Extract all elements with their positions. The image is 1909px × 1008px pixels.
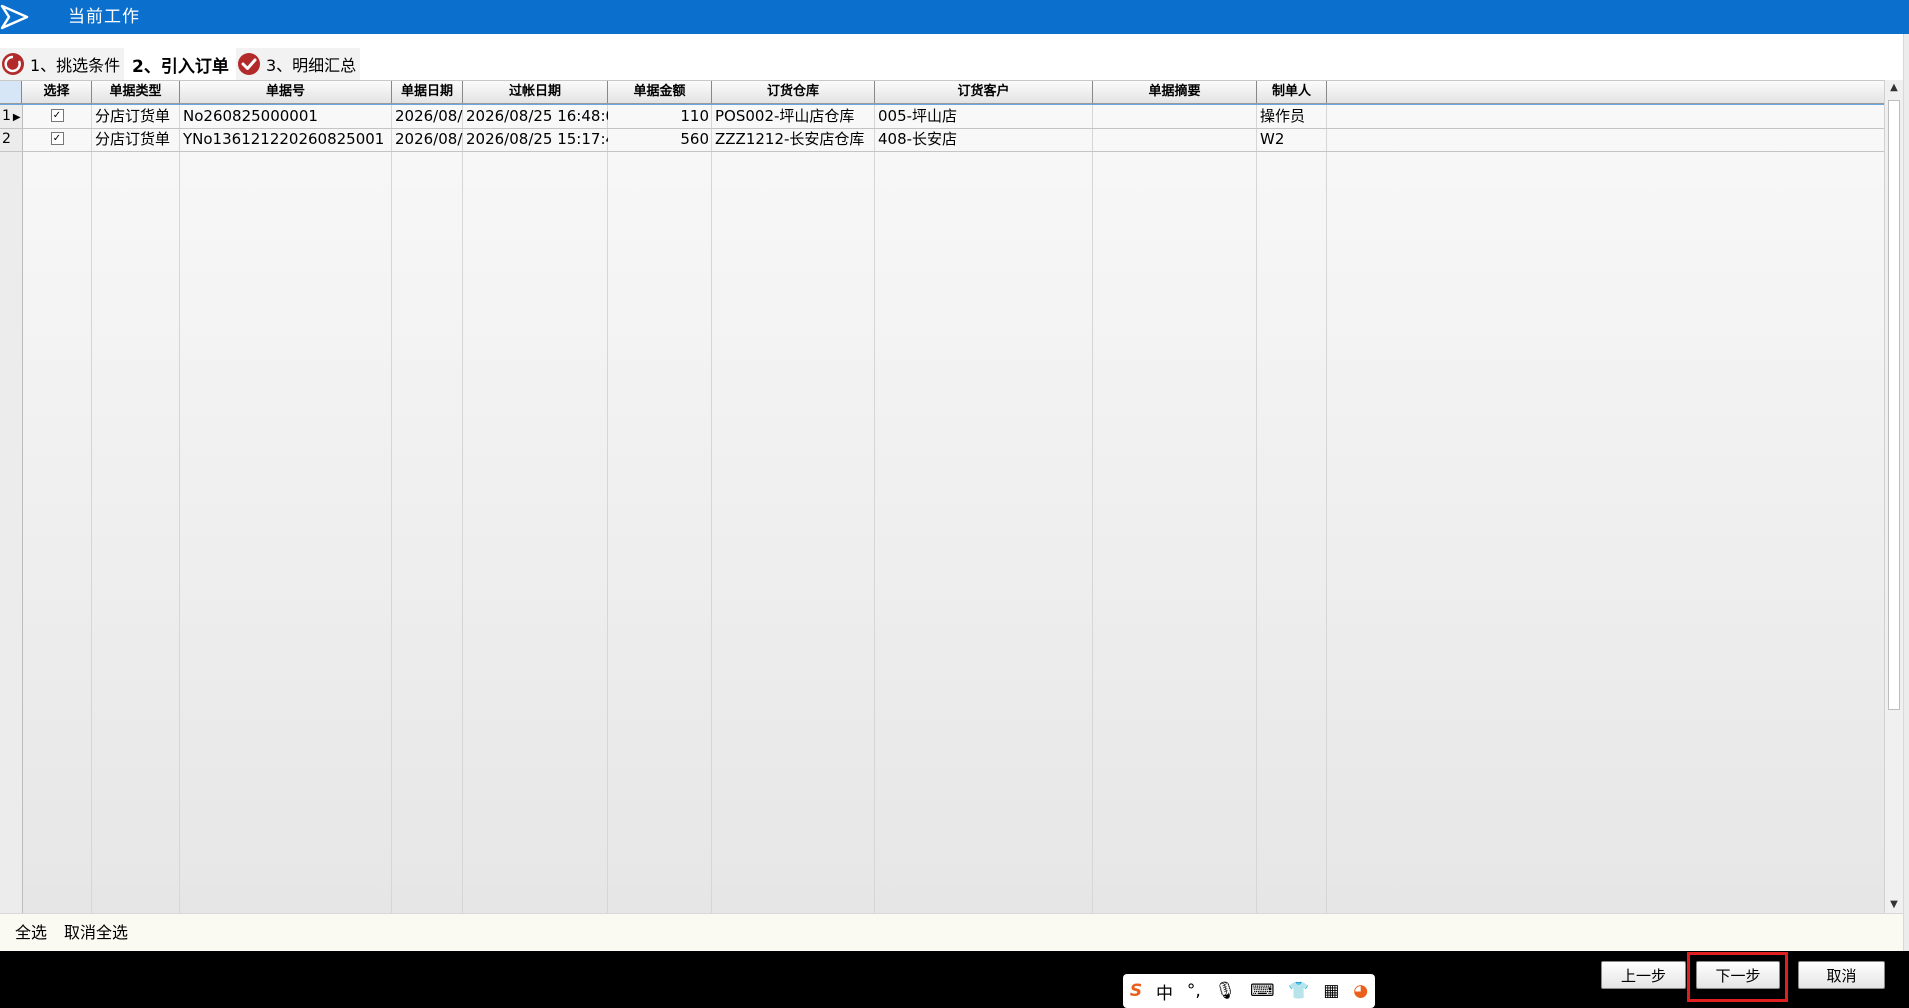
col-header-summary[interactable]: 单据摘要 xyxy=(1093,81,1257,103)
ime-mode-toggle[interactable]: 中 xyxy=(1156,979,1173,1004)
col-header-type[interactable]: 单据类型 xyxy=(92,81,180,103)
col-header-date[interactable]: 单据日期 xyxy=(392,81,463,103)
row-checkbox-cell[interactable]: ✓ xyxy=(22,105,92,128)
column-line xyxy=(1326,81,1327,914)
table-row[interactable]: 1 ▶ ✓ 分店订货单 No260825000001 2026/08/ 2026/… xyxy=(0,104,1884,129)
cell-amount[interactable]: 560 xyxy=(608,128,712,151)
col-header-maker[interactable]: 制单人 xyxy=(1257,81,1327,103)
punctuation-icon[interactable]: °, xyxy=(1187,981,1201,1001)
table-row[interactable]: 2 ✓ 分店订货单 YNo136121220260825001 2026/08/… xyxy=(0,128,1884,152)
column-line xyxy=(1092,81,1093,914)
window-edge xyxy=(1903,34,1909,1008)
column-line xyxy=(91,81,92,914)
col-header-select[interactable]: 选择 xyxy=(22,81,92,103)
row-checkbox-cell[interactable]: ✓ xyxy=(22,128,92,151)
ime-logo-icon[interactable]: S xyxy=(1130,981,1142,1001)
cell-post-date[interactable]: 2026/08/25 16:48:0 xyxy=(463,105,608,128)
next-button-highlight xyxy=(1687,952,1788,1002)
column-line xyxy=(391,81,392,914)
cell-summary[interactable] xyxy=(1093,105,1257,128)
cell-date[interactable]: 2026/08/ xyxy=(392,128,463,151)
cell-no[interactable]: YNo136121220260825001 xyxy=(180,128,392,151)
ime-mascot-icon[interactable]: ◕ xyxy=(1353,981,1368,1001)
table-header: 选择 单据类型 单据号 单据日期 过帐日期 单据金额 订货仓库 订货客户 单据摘… xyxy=(0,81,1884,104)
column-line xyxy=(462,81,463,914)
app-logo-icon xyxy=(0,4,29,30)
current-row-arrow-icon: ▶ xyxy=(12,112,21,123)
row-index: 1 xyxy=(2,108,11,124)
cell-no[interactable]: No260825000001 xyxy=(180,105,392,128)
wizard-steps: 1、挑选条件 2、引入订单 3、明细汇总 xyxy=(0,48,370,80)
scroll-thumb[interactable] xyxy=(1888,100,1900,710)
deselect-all-link[interactable]: 取消全选 xyxy=(64,914,128,952)
col-header-customer[interactable]: 订货客户 xyxy=(875,81,1093,103)
title-bar: 当前工作 xyxy=(0,0,1909,34)
step-label: 1、挑选条件 xyxy=(30,56,121,75)
scroll-up-icon[interactable]: ▲ xyxy=(1885,80,1903,96)
prev-step-button[interactable]: 上一步 xyxy=(1601,961,1686,989)
cell-maker[interactable]: W2 xyxy=(1257,128,1327,151)
skin-icon[interactable]: 👕 xyxy=(1288,981,1309,1001)
cell-type[interactable]: 分店订货单 xyxy=(92,128,180,151)
step-pending-icon xyxy=(2,53,24,75)
col-header-post-date[interactable]: 过帐日期 xyxy=(463,81,608,103)
row-checkbox[interactable]: ✓ xyxy=(50,109,64,122)
row-header-corner[interactable] xyxy=(0,81,22,103)
column-line xyxy=(711,81,712,914)
ime-toolbar[interactable]: S 中 °, 🎙 ⌨ 👕 ▦ ◕ xyxy=(1123,974,1375,1008)
col-header-warehouse[interactable]: 订货仓库 xyxy=(712,81,875,103)
col-header-amount[interactable]: 单据金额 xyxy=(608,81,712,103)
cell-summary[interactable] xyxy=(1093,128,1257,151)
scroll-down-icon[interactable]: ▼ xyxy=(1885,897,1903,913)
cell-customer[interactable]: 005-坪山店 xyxy=(875,105,1093,128)
row-checkbox[interactable]: ✓ xyxy=(50,132,64,145)
microphone-icon[interactable]: 🎙 xyxy=(1215,981,1237,1001)
cell-date[interactable]: 2026/08/ xyxy=(392,105,463,128)
bottom-button-bar: 上一步 下一步 取消 xyxy=(0,951,1909,1008)
window-title: 当前工作 xyxy=(68,7,140,27)
row-header-column xyxy=(0,103,23,914)
row-index: 2 xyxy=(2,131,11,147)
step-filter[interactable]: 1、挑选条件 xyxy=(0,48,124,80)
selection-bar: 全选 取消全选 xyxy=(0,913,1903,952)
cell-amount[interactable]: 110 xyxy=(608,105,712,128)
step-detail-summary[interactable]: 3、明细汇总 xyxy=(236,48,360,80)
cell-maker[interactable]: 操作员 xyxy=(1257,105,1327,128)
keyboard-icon[interactable]: ⌨ xyxy=(1250,981,1275,1001)
cell-customer[interactable]: 408-长安店 xyxy=(875,128,1093,151)
row-number: 1 ▶ xyxy=(0,105,22,128)
order-grid[interactable]: 选择 单据类型 单据号 单据日期 过帐日期 单据金额 订货仓库 订货客户 单据摘… xyxy=(0,80,1884,914)
column-line xyxy=(874,81,875,914)
column-line xyxy=(179,81,180,914)
step-check-icon xyxy=(238,53,260,75)
grid-menu-icon[interactable]: ▦ xyxy=(1323,981,1339,1001)
column-line xyxy=(1256,81,1257,914)
step-label: 3、明细汇总 xyxy=(266,56,357,75)
step-label: 2、引入订单 xyxy=(132,56,229,77)
cell-post-date[interactable]: 2026/08/25 15:17:4 xyxy=(463,128,608,151)
cell-warehouse[interactable]: ZZZ1212-长安店仓库 xyxy=(712,128,875,151)
row-number: 2 xyxy=(0,128,22,151)
cell-type[interactable]: 分店订货单 xyxy=(92,105,180,128)
cancel-button[interactable]: 取消 xyxy=(1798,961,1885,989)
select-all-link[interactable]: 全选 xyxy=(15,914,47,952)
col-header-no[interactable]: 单据号 xyxy=(180,81,392,103)
step-import-orders[interactable]: 2、引入订单 xyxy=(126,48,235,80)
vertical-scrollbar[interactable]: ▲ ▼ xyxy=(1884,80,1903,913)
column-line xyxy=(607,81,608,914)
cell-warehouse[interactable]: POS002-坪山店仓库 xyxy=(712,105,875,128)
